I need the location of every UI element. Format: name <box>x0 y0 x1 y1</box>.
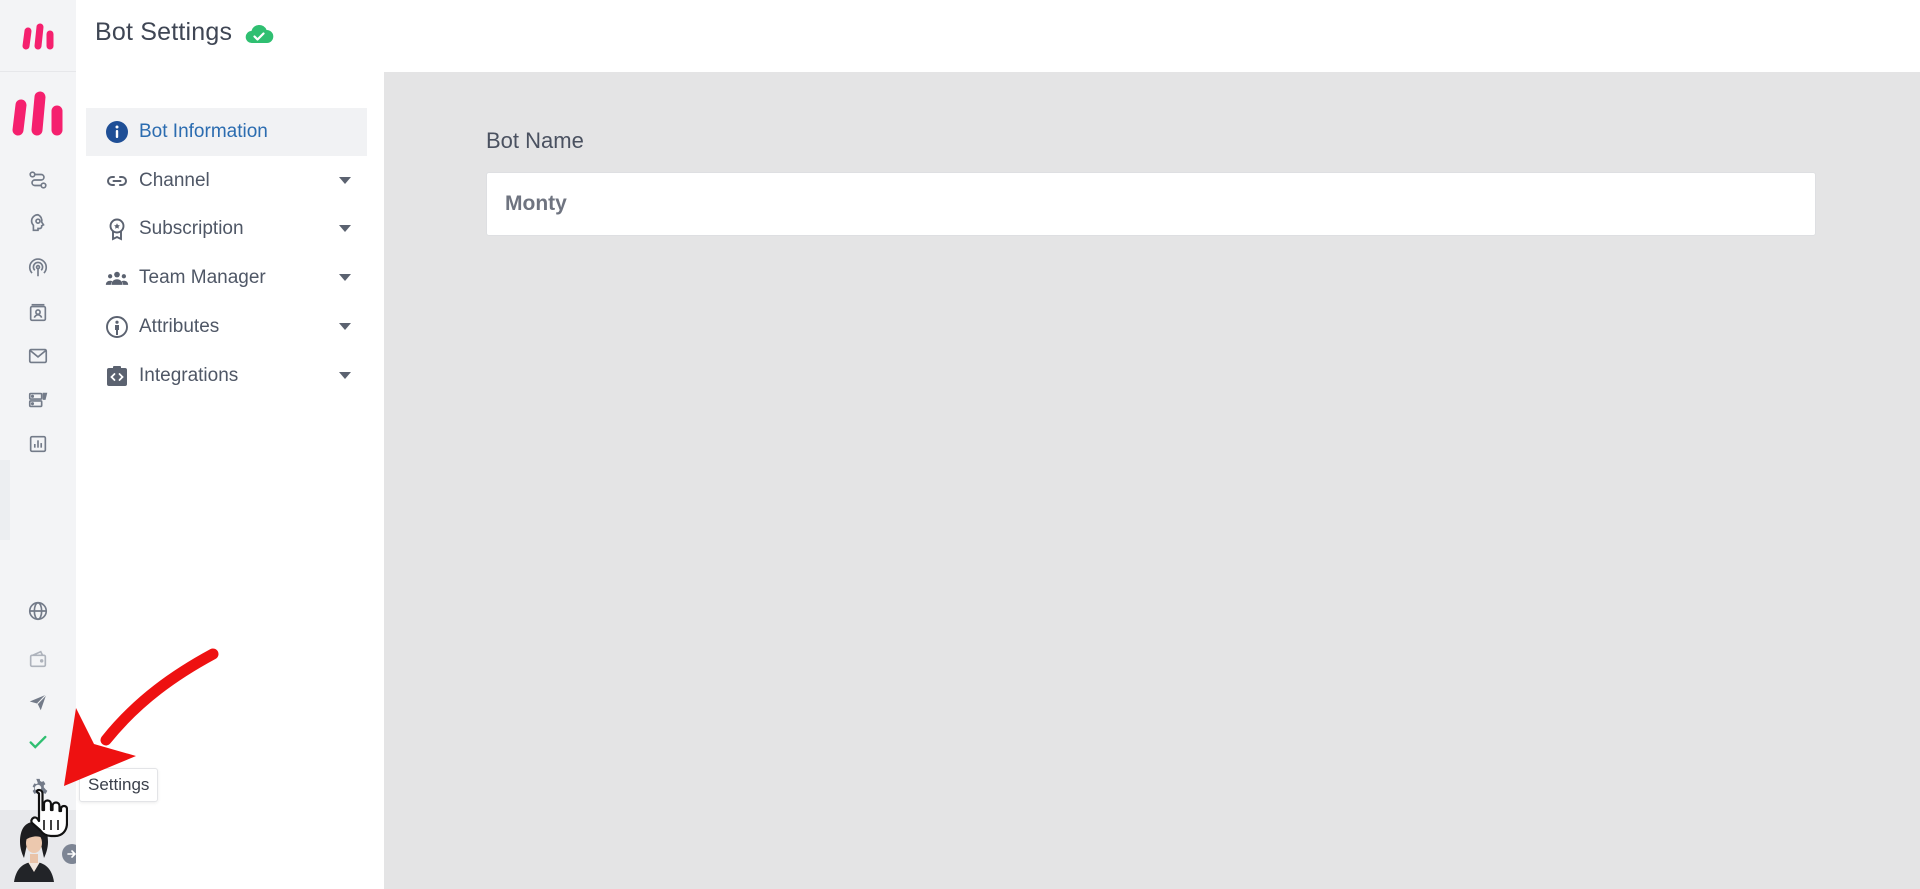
bot-name-input[interactable] <box>486 172 1816 236</box>
globe-icon[interactable] <box>22 595 54 627</box>
person-icon <box>103 313 131 341</box>
nav-item-channel[interactable]: Channel <box>86 157 367 205</box>
settings-tooltip: Settings <box>79 768 159 802</box>
settings-nav: Bot Information Channel Subscription Tea… <box>76 72 384 889</box>
chevron-down-icon[interactable] <box>339 177 351 184</box>
page-header: Bot Settings <box>76 0 1920 72</box>
nav-item-bot-information[interactable]: Bot Information <box>86 108 367 156</box>
app-logo[interactable] <box>0 0 76 72</box>
nav-item-label: Team Manager <box>139 267 266 288</box>
brain-icon[interactable] <box>22 207 54 239</box>
award-icon <box>103 215 131 243</box>
users-icon <box>103 264 131 292</box>
brand-logo-icon <box>12 91 63 136</box>
avatar[interactable] <box>6 812 62 882</box>
logo-icon <box>22 23 54 49</box>
rail-divider <box>0 460 10 540</box>
nav-item-subscription[interactable]: Subscription <box>86 205 367 253</box>
chevron-down-icon[interactable] <box>339 225 351 232</box>
chevron-down-icon[interactable] <box>339 323 351 330</box>
nav-item-integrations[interactable]: Integrations <box>86 352 367 400</box>
broadcast-icon[interactable] <box>22 252 54 284</box>
page-title: Bot Settings <box>95 18 233 46</box>
chevron-down-icon[interactable] <box>339 372 351 379</box>
send-icon[interactable] <box>22 686 54 718</box>
link-icon <box>103 167 131 195</box>
nav-item-label: Channel <box>139 170 210 191</box>
nav-item-attributes[interactable]: Attributes <box>86 303 367 351</box>
nav-item-label: Attributes <box>139 316 220 337</box>
flow-icon[interactable] <box>22 164 54 196</box>
chevron-down-icon[interactable] <box>339 274 351 281</box>
brand-logo[interactable] <box>0 84 76 142</box>
cloud-check-icon <box>244 22 274 46</box>
mail-icon[interactable] <box>22 340 54 372</box>
contacts-icon[interactable] <box>22 297 54 329</box>
nav-item-label: Integrations <box>139 365 239 386</box>
main-content: Bot Name <box>384 72 1920 889</box>
bot-name-label: Bot Name <box>486 128 584 153</box>
info-icon <box>103 118 131 146</box>
analytics-icon[interactable] <box>22 428 54 460</box>
code-icon <box>103 362 131 390</box>
gear-icon[interactable] <box>22 772 54 804</box>
wallet-icon[interactable] <box>22 643 54 675</box>
check-icon[interactable] <box>22 726 54 758</box>
storage-icon[interactable] <box>22 384 54 416</box>
nav-item-label: Subscription <box>139 218 244 239</box>
icon-rail <box>0 0 82 889</box>
nav-item-team-manager[interactable]: Team Manager <box>86 254 367 302</box>
nav-item-label: Bot Information <box>139 121 268 142</box>
